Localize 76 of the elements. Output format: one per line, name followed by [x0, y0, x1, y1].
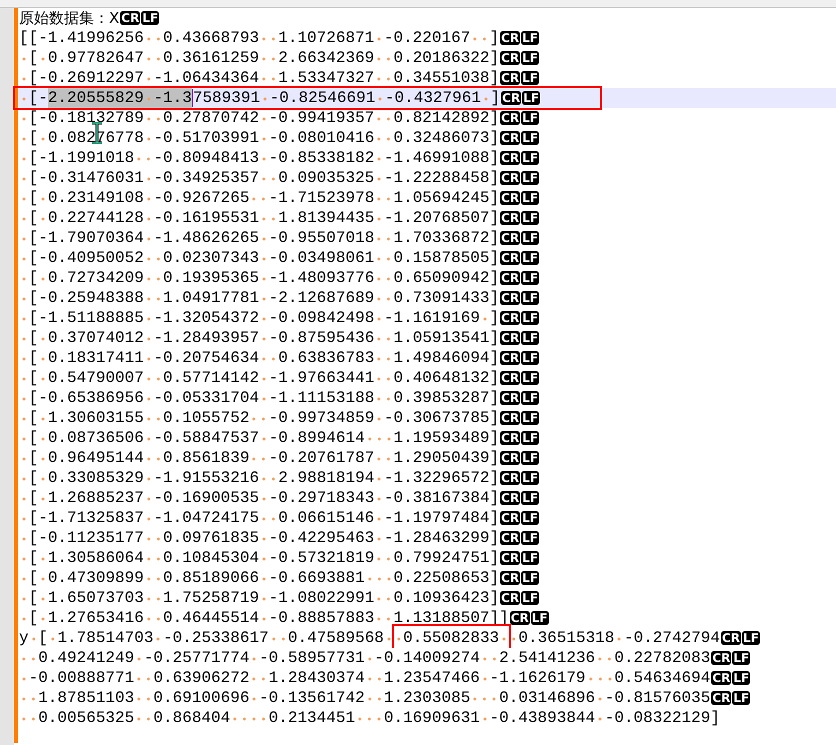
line-ending-marker: CR [500, 331, 520, 345]
line-ending-marker: LF [521, 271, 540, 285]
line-ending-marker: CR [501, 91, 522, 105]
code-text: [[-1.41996256 0.43668793 1.10726871 -0.220167 ] [19, 28, 500, 49]
line-ending-marker: CR [500, 51, 520, 65]
line-ending-marker: LF [732, 691, 750, 705]
line-ending-marker: LF [521, 251, 539, 265]
line-ending-marker: CR [500, 71, 520, 85]
line-ending-marker: LF [521, 71, 539, 85]
line-ending-marker: CR [711, 671, 732, 685]
line-ending-marker: CR [500, 191, 520, 205]
line-ending-marker: LF [732, 671, 750, 685]
line-ending-marker: CR [721, 631, 742, 645]
line-ending-marker: CR [500, 271, 520, 285]
line-ending-marker: LF [521, 411, 540, 425]
line-ending-marker: CR [500, 371, 520, 385]
line-ending-marker: LF [521, 571, 540, 585]
line-ending-marker: CR [500, 231, 520, 245]
line-ending-marker: LF [521, 311, 540, 325]
line-ending-marker: CR [500, 591, 520, 605]
line-ending-marker: CR [500, 171, 520, 185]
line-ending-marker: CR [500, 391, 520, 405]
line-ending-marker: LF [521, 51, 539, 65]
line-ending-marker: LF [521, 331, 540, 345]
line-ending-marker: CR [500, 511, 520, 525]
line-ending-marker: CR [711, 651, 732, 665]
code-text: 0.00565325 0.868404 0.2134451 0.16909631 -0.43893844 -0.08322129] [19, 706, 720, 730]
line-ending-marker: LF [521, 471, 540, 485]
line-ending-marker: LF [521, 431, 540, 445]
line-ending-marker: CR [500, 431, 520, 445]
line-ending-marker: CR [500, 411, 520, 425]
line-ending-marker: LF [521, 31, 539, 45]
line-ending-marker: LF [521, 111, 539, 125]
line-ending-marker: CR [500, 111, 520, 125]
line-ending-marker: LF [530, 611, 549, 625]
line-ending-marker: CR [120, 11, 140, 25]
code-text: 7589391 -0.82546691 -0.4327961 ] [192, 88, 500, 109]
line-ending-marker: CR [500, 251, 520, 265]
line-ending-marker: CR [500, 531, 520, 545]
line-ending-marker: CR [500, 311, 520, 325]
line-ending-marker: CR [510, 611, 530, 625]
line-ending-marker: CR [500, 471, 520, 485]
line-ending-marker: CR [500, 151, 520, 165]
line-ending-marker: LF [521, 551, 540, 565]
line-ending-marker: CR [500, 211, 520, 225]
line-ending-marker: LF [521, 391, 540, 405]
line-ending-marker: CR [500, 491, 520, 505]
line-ending-marker: CR [500, 551, 520, 565]
line-ending-marker: LF [521, 511, 539, 525]
line-ending-marker: LF [521, 131, 540, 145]
line-ending-marker: LF [521, 211, 540, 225]
line-ending-marker: LF [521, 491, 540, 505]
line-ending-marker: LF [521, 371, 540, 385]
line-ending-marker: LF [141, 11, 160, 25]
line-ending-marker: LF [521, 591, 540, 605]
line-ending-marker: LF [521, 151, 540, 165]
line-ending-marker: LF [742, 631, 760, 645]
line-ending-marker: LF [521, 171, 539, 185]
line-ending-marker: LF [522, 91, 540, 105]
line-ending-marker: LF [732, 651, 750, 665]
boxed-text: 0.55082833 [394, 626, 509, 650]
line-ending-marker: CR [500, 291, 520, 305]
line-ending-marker: CR [500, 31, 520, 45]
text-caret [192, 89, 193, 107]
line-ending-marker: LF [521, 191, 540, 205]
heading-text: 原始数据集：X [19, 8, 120, 29]
line-ending-marker: CR [711, 691, 732, 705]
line-ending-marker: LF [521, 231, 540, 245]
line-ending-marker: CR [500, 571, 520, 585]
line-ending-marker: CR [500, 351, 520, 365]
line-ending-marker: CR [500, 131, 520, 145]
line-ending-marker: CR [500, 451, 520, 465]
line-ending-marker: LF [521, 531, 539, 545]
line-ending-marker: LF [521, 291, 539, 305]
line-ending-marker: LF [521, 451, 540, 465]
line-ending-marker: LF [521, 351, 540, 365]
